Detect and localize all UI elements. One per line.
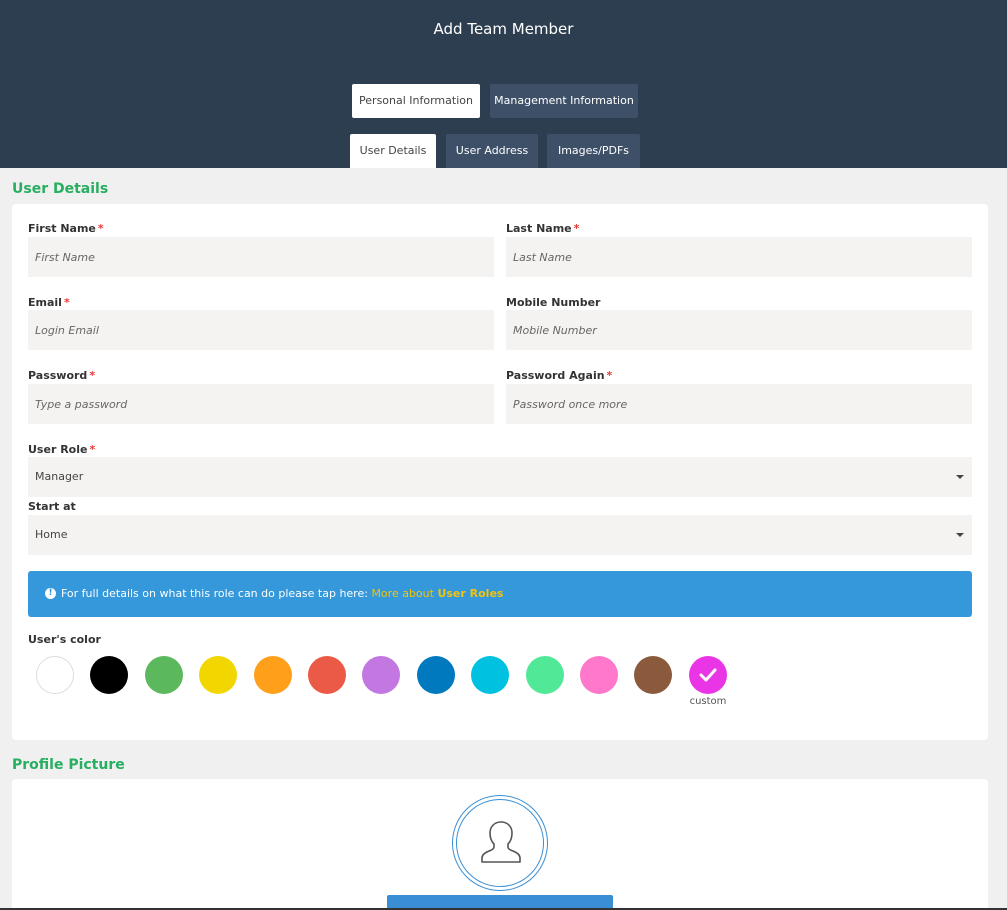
email-label: Email * xyxy=(28,296,70,309)
color-swatch[interactable] xyxy=(634,656,672,694)
mobile-number-label: Mobile Number xyxy=(506,296,601,309)
info-icon: ! xyxy=(45,587,56,599)
info-text: For full details on what this role can d… xyxy=(61,587,368,600)
first-name-input[interactable] xyxy=(28,237,494,277)
start-at-value: Home xyxy=(35,528,68,541)
tab-user-address[interactable]: User Address xyxy=(446,134,538,168)
start-at-label: Start at xyxy=(28,500,76,513)
caret-down-icon xyxy=(956,475,964,479)
required-marker: * xyxy=(89,443,96,456)
checkmark-icon xyxy=(699,668,717,682)
caret-down-icon xyxy=(956,533,964,537)
password-label: Password * xyxy=(28,369,96,382)
users-color-label: User's color xyxy=(28,633,101,646)
color-swatch-custom[interactable] xyxy=(689,656,727,694)
start-at-select[interactable]: Home xyxy=(28,515,972,555)
page-header: Add Team Member Personal Information Man… xyxy=(0,0,1007,168)
required-marker: * xyxy=(606,369,613,382)
color-swatch[interactable] xyxy=(145,656,183,694)
color-swatch[interactable] xyxy=(254,656,292,694)
password-again-input[interactable] xyxy=(506,384,972,424)
custom-color-label: custom xyxy=(689,696,727,707)
color-swatch[interactable] xyxy=(526,656,564,694)
first-name-label: First Name * xyxy=(28,222,104,235)
user-silhouette-icon xyxy=(481,821,521,863)
profile-picture-avatar[interactable] xyxy=(452,795,548,891)
color-swatch[interactable] xyxy=(580,656,618,694)
color-swatch[interactable] xyxy=(199,656,237,694)
tab-management-information[interactable]: Management Information xyxy=(490,84,638,118)
required-marker: * xyxy=(573,222,580,235)
required-marker: * xyxy=(97,222,104,235)
user-roles-link[interactable]: More about User Roles xyxy=(371,587,503,600)
color-swatch[interactable] xyxy=(471,656,509,694)
color-swatch[interactable] xyxy=(308,656,346,694)
mobile-number-input[interactable] xyxy=(506,310,972,350)
color-swatch[interactable] xyxy=(362,656,400,694)
user-details-title: User Details xyxy=(12,181,109,197)
tab-images-pdfs[interactable]: Images/PDFs xyxy=(547,134,640,168)
password-again-label: Password Again * xyxy=(506,369,613,382)
user-role-value: Manager xyxy=(35,470,84,483)
color-swatch[interactable] xyxy=(417,656,455,694)
required-marker: * xyxy=(89,369,96,382)
last-name-input[interactable] xyxy=(506,237,972,277)
color-swatch[interactable] xyxy=(90,656,128,694)
required-marker: * xyxy=(63,296,70,309)
password-input[interactable] xyxy=(28,384,494,424)
email-input[interactable] xyxy=(28,310,494,350)
tab-personal-information[interactable]: Personal Information xyxy=(352,84,480,118)
tab-user-details[interactable]: User Details xyxy=(350,134,436,168)
color-swatch[interactable] xyxy=(36,656,74,694)
user-role-label: User Role * xyxy=(28,443,96,456)
last-name-label: Last Name * xyxy=(506,222,580,235)
profile-picture-title: Profile Picture xyxy=(12,757,125,773)
role-info-box: ! For full details on what this role can … xyxy=(28,571,972,617)
user-role-select[interactable]: Manager xyxy=(28,457,972,497)
page-title: Add Team Member xyxy=(433,20,574,38)
